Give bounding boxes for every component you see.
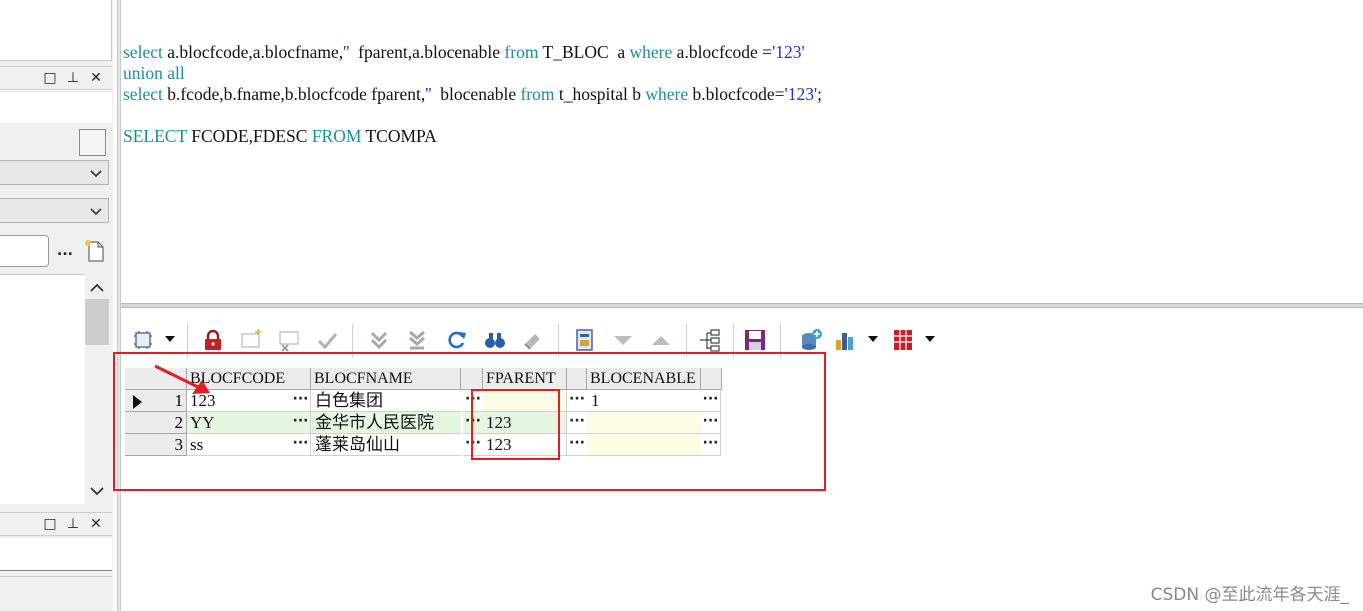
- browse-button[interactable]: ...: [57, 243, 73, 259]
- watermark: CSDN @至此流年各天涯_: [1150, 585, 1349, 605]
- sql-line-1: select a.blocfcode,a.blocfname,'' fparen…: [123, 42, 805, 62]
- panel-titlebar-lower: □ ⊥ ✕: [0, 512, 112, 536]
- chevron-down-icon: [90, 208, 102, 216]
- chevron-up-icon[interactable]: [90, 283, 104, 293]
- color-swatch-button[interactable]: [79, 129, 106, 156]
- save-icon[interactable]: [743, 328, 767, 352]
- chevron-down-icon: [90, 170, 102, 178]
- annotation-arrow-icon: [154, 364, 210, 394]
- owner-select[interactable]: [0, 198, 109, 223]
- filter-up-icon[interactable]: [649, 328, 673, 352]
- filter-input[interactable]: [0, 235, 49, 267]
- post-record-icon[interactable]: [315, 328, 339, 352]
- scrollbar-thumb[interactable]: [85, 299, 109, 345]
- last-record-icon[interactable]: [405, 328, 429, 352]
- panel-titlebar: □ ⊥ ✕: [0, 66, 112, 90]
- panel-content-area: [0, 0, 112, 61]
- new-file-icon[interactable]: [84, 239, 106, 263]
- annotation-fparent-box: [471, 389, 560, 460]
- sql-editor[interactable]: select a.blocfcode,a.blocfname,'' fparen…: [121, 0, 1363, 303]
- close-icon[interactable]: ✕: [89, 517, 103, 531]
- float-window-icon[interactable]: □: [43, 71, 57, 85]
- panel-white-strip: [0, 538, 112, 571]
- filter-down-icon[interactable]: [611, 328, 635, 352]
- vertical-scrollbar[interactable]: [85, 274, 110, 504]
- chart-icon[interactable]: [833, 328, 857, 352]
- dropdown-arrow-icon[interactable]: [165, 335, 175, 343]
- object-browser-panel: □ ⊥ ✕ ... □ ⊥ ✕: [0, 0, 113, 611]
- object-list[interactable]: [0, 274, 85, 504]
- pin-icon[interactable]: ⊥: [66, 71, 80, 85]
- grid-options-icon[interactable]: [131, 328, 155, 352]
- object-type-select[interactable]: [0, 160, 109, 185]
- insert-record-icon[interactable]: [239, 328, 263, 352]
- first-record-icon[interactable]: [367, 328, 391, 352]
- tree-view-icon[interactable]: [697, 328, 721, 352]
- divider: [0, 576, 112, 577]
- export-icon[interactable]: [799, 328, 823, 352]
- refresh-icon[interactable]: [445, 328, 469, 352]
- float-window-icon[interactable]: □: [43, 517, 57, 531]
- sql-line-5: SELECT FCODE,FDESC FROM TCOMPA: [123, 126, 437, 146]
- chevron-down-icon[interactable]: [90, 486, 104, 496]
- lock-icon[interactable]: [201, 328, 225, 352]
- delete-record-icon[interactable]: [277, 328, 301, 352]
- query-by-example-icon[interactable]: [573, 328, 597, 352]
- table-icon[interactable]: [891, 328, 915, 352]
- clear-icon[interactable]: [521, 328, 545, 352]
- dropdown-arrow-icon[interactable]: [925, 335, 935, 343]
- find-icon[interactable]: [483, 328, 507, 352]
- dropdown-arrow-icon[interactable]: [868, 335, 878, 343]
- close-icon[interactable]: ✕: [89, 71, 103, 85]
- pin-icon[interactable]: ⊥: [66, 517, 80, 531]
- sql-line-2: union all: [123, 63, 185, 83]
- sql-line-3: select b.fcode,b.fname,b.blocfcode fpare…: [123, 84, 822, 104]
- panel-white-strip: [0, 93, 112, 123]
